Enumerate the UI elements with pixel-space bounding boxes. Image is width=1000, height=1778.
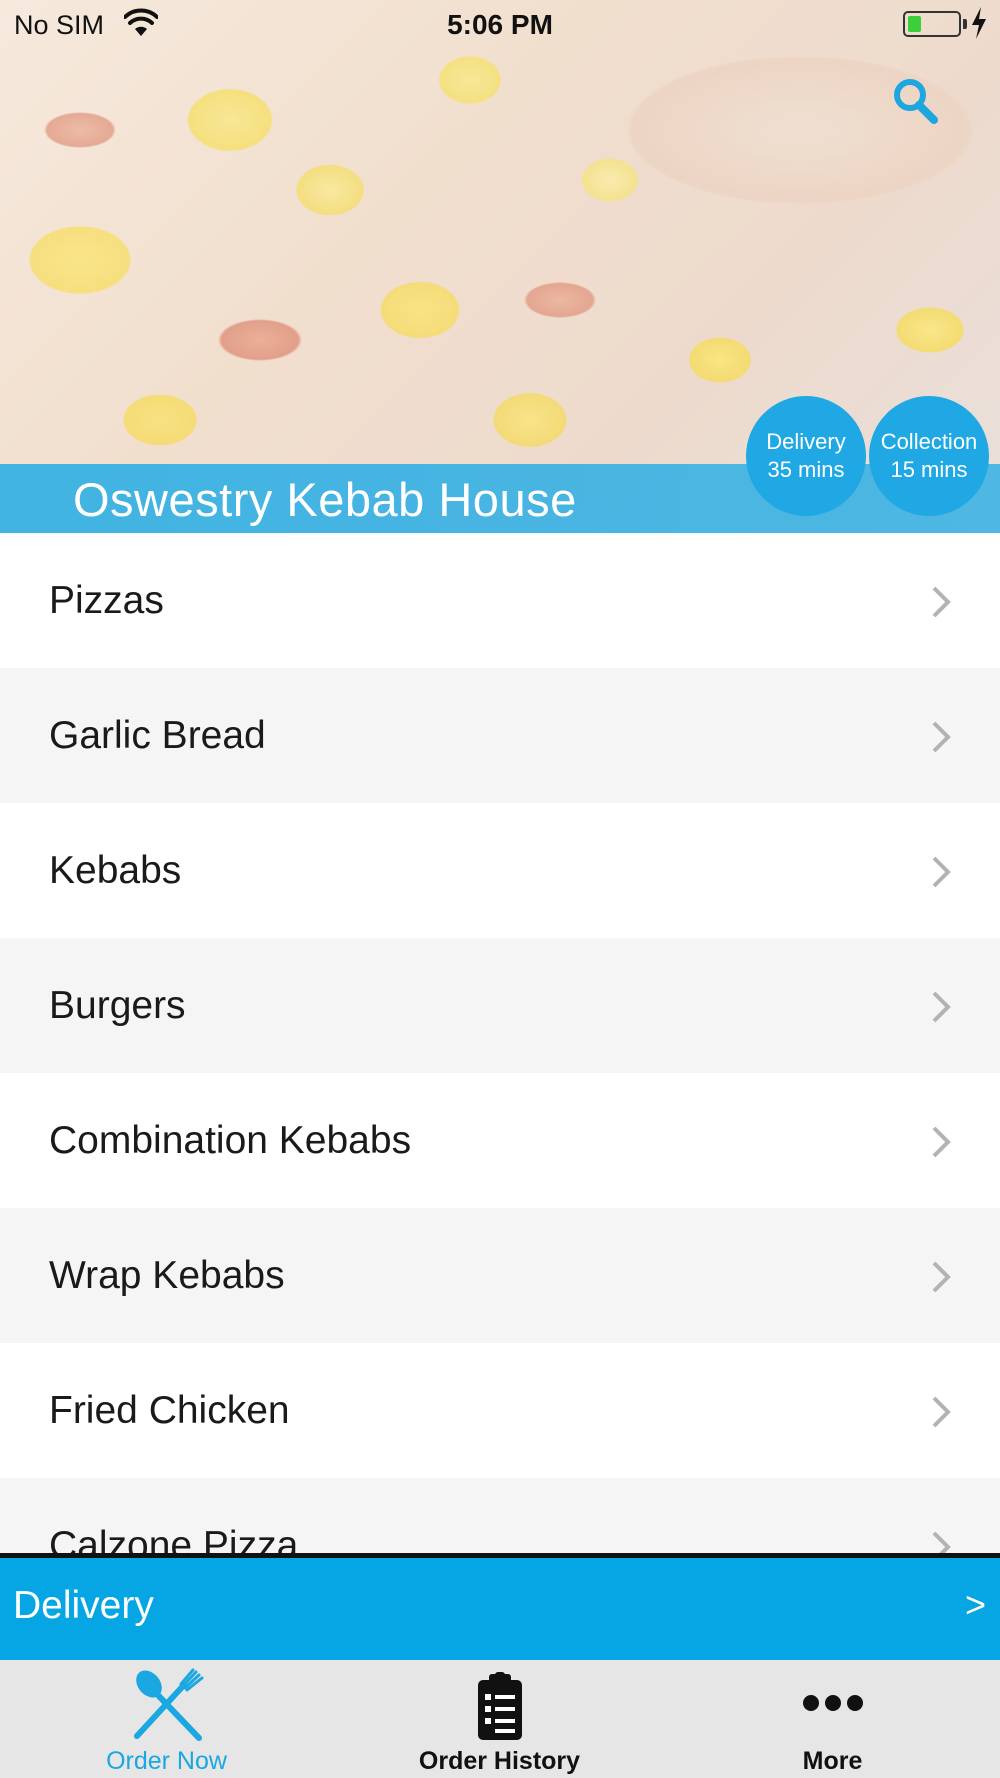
battery-icon [903,11,961,37]
delivery-time-badge: Delivery 35 mins [746,396,866,516]
menu-item-label: Pizzas [49,579,164,622]
status-bar: No SIM 5:06 PM [0,0,1000,50]
menu-item-label: Calzone Pizza [49,1524,299,1553]
menu-category-list[interactable]: Pizzas Garlic Bread Kebabs Burgers Combi… [0,533,1000,1553]
charging-bolt-icon [972,7,986,39]
collection-time: 15 mins [890,457,968,482]
menu-item-calzone-pizza[interactable]: Calzone Pizza [0,1478,1000,1553]
menu-item-fried-chicken[interactable]: Fried Chicken [0,1343,1000,1478]
collection-label: Collection [880,429,978,454]
menu-item-label: Kebabs [49,849,182,892]
menu-item-pizzas[interactable]: Pizzas [0,533,1000,668]
menu-item-combination-kebabs[interactable]: Combination Kebabs [0,1073,1000,1208]
menu-item-burgers[interactable]: Burgers [0,938,1000,1073]
order-type-label: Delivery [13,1584,154,1627]
chevron-right-icon [932,1261,951,1293]
tab-label: More [802,1747,863,1775]
chevron-right-icon [932,586,951,618]
chevron-right-icon [932,991,951,1023]
tab-more[interactable]: More [666,1660,999,1778]
menu-item-label: Fried Chicken [49,1389,290,1432]
chevron-right-icon [932,1531,951,1553]
menu-item-garlic-bread[interactable]: Garlic Bread [0,668,1000,803]
menu-item-wrap-kebabs[interactable]: Wrap Kebabs [0,1208,1000,1343]
status-time: 5:06 PM [447,9,553,40]
restaurant-name: Oswestry Kebab House [73,473,577,526]
menu-item-label: Wrap Kebabs [49,1254,285,1297]
chevron-right-icon [932,1126,951,1158]
order-type-button[interactable]: Delivery > [0,1558,1000,1660]
chevron-right-icon [932,1396,951,1428]
ellipsis-icon [802,1695,863,1711]
clipboard-icon [477,1672,522,1740]
menu-item-label: Burgers [49,984,186,1027]
tab-label: Order Now [106,1747,227,1775]
tab-label: Order History [418,1747,581,1775]
menu-item-label: Combination Kebabs [49,1119,412,1162]
tab-order-now[interactable]: Order Now [0,1660,333,1778]
tab-bar: Order Now Order History More [0,1660,1000,1778]
menu-item-kebabs[interactable]: Kebabs [0,803,1000,938]
fork-knife-icon [133,1668,203,1741]
tab-order-history[interactable]: Order History [333,1660,666,1778]
chevron-right-icon [932,856,951,888]
battery-tip [963,19,967,29]
chevron-right-icon [932,721,951,753]
collection-time-badge: Collection 15 mins [869,396,989,516]
delivery-label: Delivery [766,429,846,454]
order-type-arrow: > [964,1584,986,1625]
delivery-time: 35 mins [767,457,845,482]
search-icon[interactable] [888,74,942,128]
menu-item-label: Garlic Bread [49,714,266,757]
